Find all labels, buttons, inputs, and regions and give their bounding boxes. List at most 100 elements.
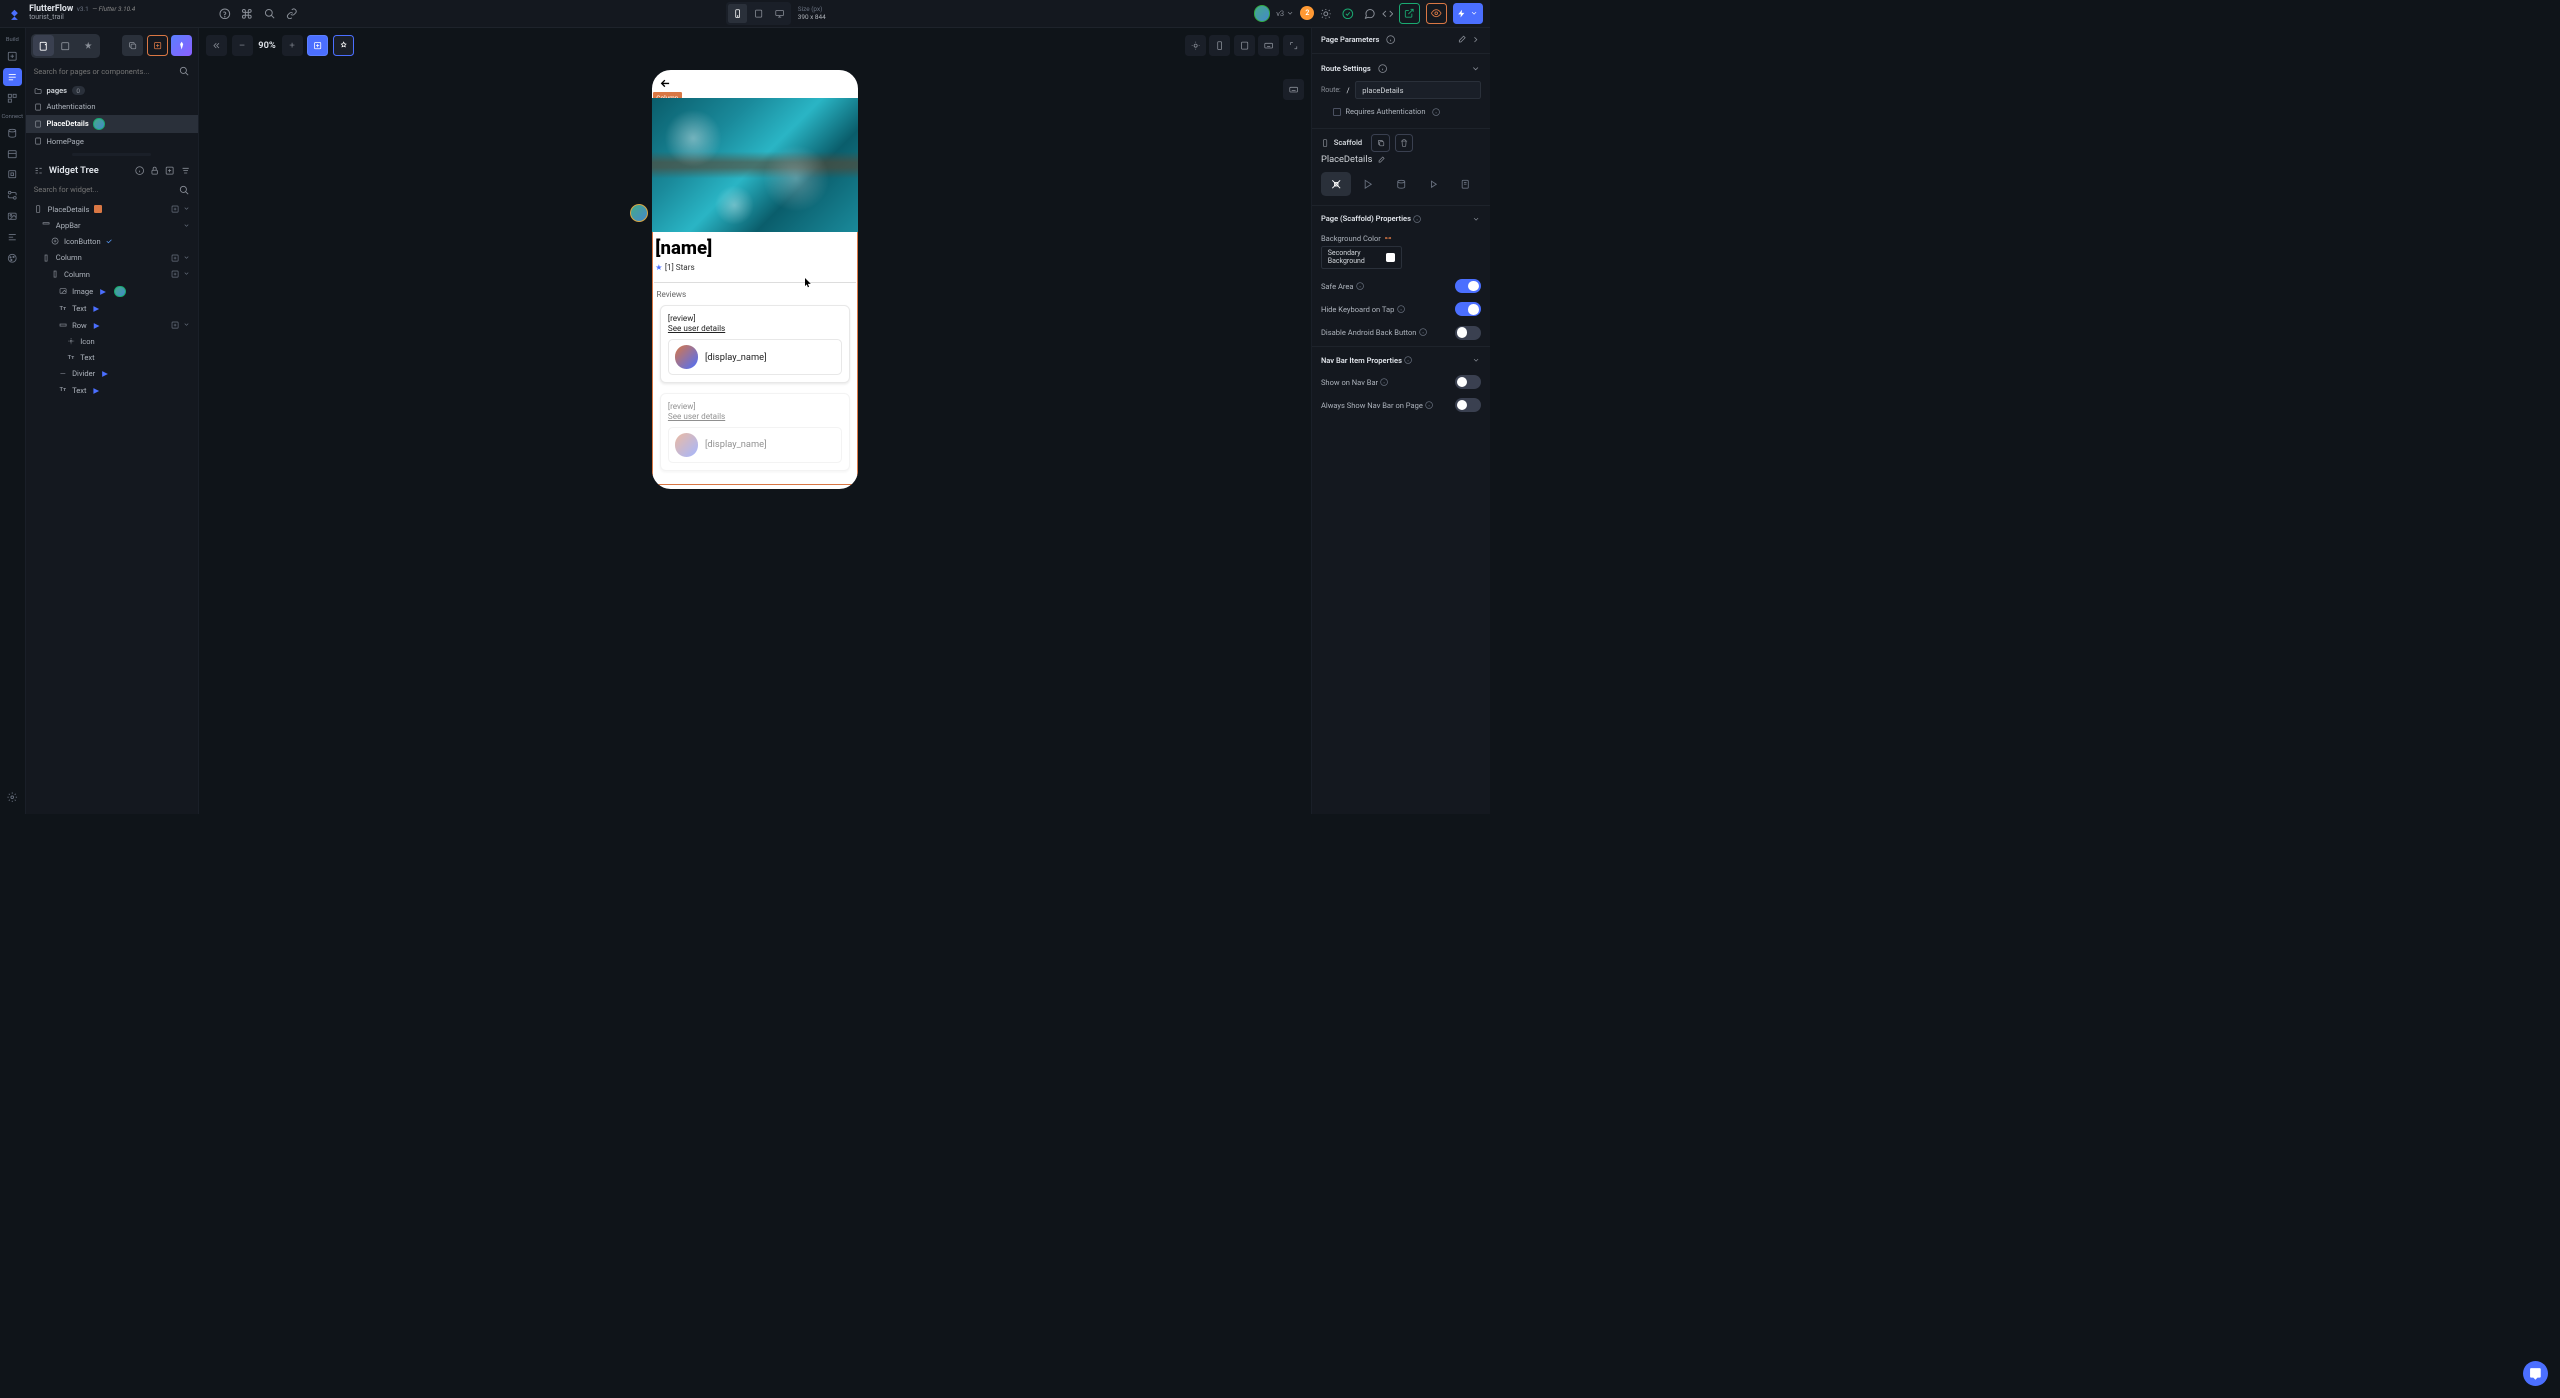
info-icon[interactable] [1378,64,1387,73]
tab-add-page[interactable] [147,35,168,56]
tree-node-appbar[interactable]: AppBar [28,217,196,233]
rail-functions[interactable] [3,228,22,247]
issues-badge[interactable]: 2 [1300,6,1314,20]
device-mobile-canvas[interactable] [1209,35,1230,56]
tab-docs[interactable] [1451,172,1481,195]
search-widget-input[interactable] [34,185,175,194]
info-icon[interactable] [1413,215,1421,223]
rail-add-widget[interactable] [3,47,22,66]
tab-actions[interactable] [1353,172,1383,195]
device-tablet-button[interactable] [749,4,768,23]
tree-node-text-2[interactable]: Tт Text [28,350,196,366]
safe-area-toggle[interactable] [1455,279,1481,293]
page-item-homepage[interactable]: HomePage [26,133,198,149]
bg-color-picker[interactable]: Secondary Background [1321,246,1402,269]
tree-node-divider[interactable]: — Divider ▶ [28,366,196,382]
preview-button[interactable] [1426,3,1447,24]
tab-animations[interactable] [1418,172,1448,195]
link-icon[interactable] [286,8,298,20]
panel-drag-handle[interactable] [72,153,151,156]
check-icon[interactable] [1338,3,1359,24]
back-arrow-icon[interactable] [659,77,672,90]
copy-button[interactable] [1371,134,1390,153]
run-button[interactable] [1453,3,1483,24]
chevron-right-icon[interactable] [1471,35,1480,44]
tab-premium[interactable] [77,35,98,56]
zoom-out-button[interactable] [232,35,253,56]
version-dropdown[interactable]: v3 [1276,9,1294,18]
light-mode-button[interactable] [1185,35,1206,56]
ai-button[interactable] [333,35,354,56]
command-icon[interactable] [241,8,253,20]
delete-button[interactable] [1395,134,1414,153]
nav-bar-properties-header[interactable]: Nav Bar Item Properties [1321,356,1402,365]
rail-api[interactable] [3,186,22,205]
zoom-in-button[interactable] [282,35,303,56]
tree-node-iconbutton[interactable]: IconButton [28,233,196,249]
rail-theme[interactable] [3,249,22,268]
keyboard-button[interactable] [1258,35,1279,56]
page-item-placedetails[interactable]: PlaceDetails [26,115,198,134]
scaffold-properties-header[interactable]: Page (Scaffold) Properties [1321,214,1411,223]
disable-back-toggle[interactable] [1455,326,1481,340]
rail-storyboard[interactable] [3,89,22,108]
tree-node-row[interactable]: Row ▶ [28,317,196,333]
tab-properties[interactable] [1321,172,1351,195]
tab-components[interactable] [55,35,76,56]
pages-folder-header[interactable]: pages 0 [26,83,198,99]
comment-icon[interactable] [1364,8,1376,20]
hide-keyboard-toggle[interactable] [1455,302,1481,316]
tab-diamond[interactable] [171,35,192,56]
edit-icon[interactable] [1377,156,1385,164]
tree-node-text-3[interactable]: Tт Text ▶ [28,382,196,398]
canvas[interactable]: 90% Column [name] [199,28,1311,814]
info-icon[interactable] [1397,305,1405,313]
info-icon[interactable] [1356,282,1364,290]
rail-widget-tree[interactable] [3,68,22,87]
rail-datatypes[interactable] [3,144,22,163]
tree-node-column-2[interactable]: Column [28,266,196,282]
rail-settings[interactable] [3,788,22,807]
add-widget-icon[interactable] [165,166,174,175]
sort-icon[interactable] [181,166,190,175]
requires-auth-checkbox[interactable] [1333,108,1341,116]
tab-backend[interactable] [1386,172,1416,195]
tree-node-placedetails[interactable]: PlaceDetails [28,201,196,217]
rail-media[interactable] [3,207,22,226]
lock-icon[interactable] [150,166,159,175]
info-icon[interactable] [1419,328,1427,336]
rail-appstate[interactable] [3,165,22,184]
resize-button[interactable] [1283,35,1304,56]
search-icon[interactable] [179,66,189,76]
show-nav-toggle[interactable] [1455,375,1481,389]
tree-node-image[interactable]: Image ▶ [28,282,196,301]
bug-icon[interactable] [1320,8,1332,20]
user-avatar[interactable] [1254,5,1270,21]
help-chat-button[interactable] [2523,1361,2549,1387]
search-icon[interactable] [264,8,276,20]
code-icon[interactable] [1382,8,1394,20]
tree-node-column[interactable]: Column [28,250,196,266]
device-preview[interactable]: Column [name] ★ [1] Stars Reviews [revie… [652,70,858,489]
edit-icon[interactable] [1457,35,1466,44]
info-icon[interactable] [1404,356,1412,364]
tree-node-text-1[interactable]: Tт Text ▶ [28,301,196,317]
device-tablet-canvas[interactable] [1234,35,1255,56]
chevron-down-icon[interactable] [1472,215,1480,223]
keyboard-toggle-button[interactable] [1283,79,1304,100]
info-icon[interactable] [1380,378,1388,386]
route-settings-header[interactable]: Route Settings [1321,64,1371,73]
help-icon[interactable] [219,8,231,20]
see-user-details-link[interactable]: See user details [668,411,842,421]
add-element-button[interactable] [307,35,328,56]
nav-first-button[interactable] [206,35,227,56]
info-icon[interactable] [1432,108,1440,116]
info-icon[interactable] [1386,35,1395,44]
tab-pages[interactable] [33,35,54,56]
tree-node-icon[interactable]: Icon [28,333,196,349]
rail-firestore[interactable] [3,124,22,143]
chevron-down-icon[interactable] [1471,64,1480,73]
search-pages-input[interactable] [34,67,175,76]
chevron-down-icon[interactable] [1472,356,1480,364]
page-item-authentication[interactable]: Authentication [26,99,198,115]
